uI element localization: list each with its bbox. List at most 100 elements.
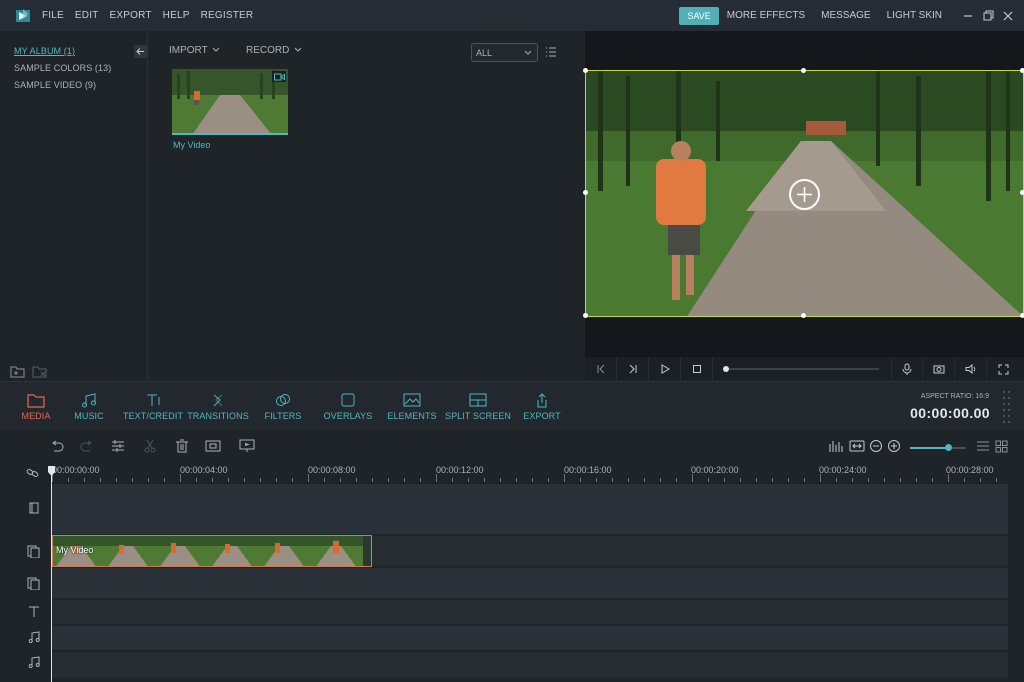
music-note-icon [82,392,96,407]
undo-icon[interactable] [49,438,65,454]
delete-folder-icon[interactable] [32,364,48,381]
crop-icon[interactable] [205,438,221,454]
overlays-icon [341,393,355,406]
resize-handle-r[interactable] [1020,190,1024,195]
album-sample-video[interactable]: SAMPLE VIDEO (9) [14,80,96,90]
close-button[interactable] [998,6,1018,26]
skip-start-button[interactable] [585,357,617,381]
list-view-toggle-icon[interactable] [975,438,991,454]
resize-handle-bl[interactable] [583,313,588,318]
snapshot-button[interactable] [923,357,955,381]
add-to-timeline-icon[interactable] [789,179,820,210]
audio-mixer-icon[interactable] [828,438,844,454]
resize-handle-t[interactable] [801,68,806,73]
aspect-ratio[interactable]: ASPECT RATIO: 16:9 [921,393,989,400]
tab-media[interactable]: MEDIA [17,382,55,431]
restore-button[interactable] [978,6,998,26]
minimize-button[interactable] [958,6,978,26]
snapshot-timeline-icon[interactable] [239,438,255,454]
timeline-clip-my-video[interactable]: My Video [52,535,372,567]
resize-handle-tl[interactable] [583,68,588,73]
add-folder-icon[interactable] [10,364,26,381]
collapse-sidebar-button[interactable] [134,45,147,58]
menu-file[interactable]: FILE [42,10,64,21]
music-track-1[interactable] [52,626,1008,650]
video-track-overlay[interactable] [52,484,1008,534]
step-forward-button[interactable] [617,357,649,381]
media-thumbnail-my-video[interactable] [172,69,288,135]
menu-register[interactable]: REGISTER [201,10,254,21]
scissors-icon[interactable] [142,438,158,454]
record-dropdown[interactable]: RECORD [246,45,302,56]
timeline-tracks: My Video [0,482,1024,682]
zoom-slider-knob[interactable] [945,444,952,451]
overlay-track[interactable] [52,568,1008,598]
tab-split-screen[interactable]: SPLIT SCREEN [445,382,511,431]
tab-elements-label: ELEMENTS [387,410,437,421]
music-track-2[interactable] [52,652,1008,678]
link-icon[interactable] [26,467,40,482]
tab-elements[interactable]: ELEMENTS [387,382,437,431]
playback-progress[interactable] [723,366,879,372]
text-track[interactable] [52,600,1008,624]
resize-handle-b[interactable] [801,313,806,318]
timecode-display: 00:00:00.00 [910,405,990,421]
album-sample-colors[interactable]: SAMPLE COLORS (13) [14,63,111,73]
tab-overlays-label: OVERLAYS [323,410,373,421]
trash-icon[interactable] [174,438,190,454]
album-sidebar: MY ALBUM (1) SAMPLE COLORS (13) SAMPLE V… [0,31,148,381]
tab-transitions-label: TRANSITIONS [187,410,249,421]
media-filter-select[interactable]: ALL [471,43,538,62]
timeline-toolbar [0,430,1024,462]
fullscreen-button[interactable] [987,357,1019,381]
volume-button[interactable] [955,357,987,381]
preview-video[interactable] [585,70,1024,317]
app-logo-icon [14,7,32,25]
tab-music[interactable]: MUSIC [70,382,108,431]
message-link[interactable]: MESSAGE [821,10,870,21]
fit-timeline-icon[interactable] [849,438,865,454]
media-item-label: My Video [173,140,211,150]
timeline-ruler[interactable]: 00:00:00:00 00:00:04:00 00:00:08:00 00:0… [0,462,1024,482]
adjust-icon[interactable] [110,438,126,454]
clip-label: My Video [56,545,94,555]
tab-filters[interactable]: FILTERS [262,382,304,431]
preview-window [583,31,1024,357]
zoom-out-icon[interactable] [868,438,884,454]
resize-handle-tr[interactable] [1020,68,1024,73]
resize-handle-br[interactable] [1020,313,1024,318]
voiceover-button[interactable] [891,357,923,381]
list-view-icon[interactable] [545,46,557,61]
filters-icon [276,393,290,406]
stop-button[interactable] [681,357,713,381]
menu-help[interactable]: HELP [163,10,190,21]
tab-text-credit[interactable]: TEXT/CREDIT [123,382,183,431]
playhead-marker-icon[interactable] [48,466,55,476]
record-label: RECORD [246,45,290,56]
progress-knob[interactable] [723,366,729,372]
export-icon [537,392,547,407]
play-button[interactable] [649,357,681,381]
tab-overlays[interactable]: OVERLAYS [322,382,374,431]
tab-transitions[interactable]: TRANSITIONS [186,382,250,431]
import-dropdown[interactable]: IMPORT [169,45,220,56]
drag-handle-icon[interactable] [1002,390,1012,426]
grid-view-toggle-icon[interactable] [993,438,1009,454]
playhead[interactable] [51,468,52,682]
redo-icon[interactable] [79,438,95,454]
more-effects-link[interactable]: MORE EFFECTS [727,10,805,21]
playback-controls [585,357,1024,381]
light-skin-link[interactable]: LIGHT SKIN [887,10,942,21]
menu-edit[interactable]: EDIT [75,10,99,21]
zoom-in-icon[interactable] [886,438,902,454]
image-icon [403,393,421,406]
save-button[interactable]: SAVE [679,6,719,25]
menu-export[interactable]: EXPORT [110,10,152,21]
resize-handle-l[interactable] [583,190,588,195]
media-library: IMPORT RECORD ALL My Video [148,31,585,381]
album-my-album[interactable]: MY ALBUM (1) [14,46,75,56]
text-icon [147,394,160,406]
music-track-1-icon [22,629,46,645]
tab-export[interactable]: EXPORT [521,382,563,431]
zoom-slider[interactable] [910,444,966,451]
